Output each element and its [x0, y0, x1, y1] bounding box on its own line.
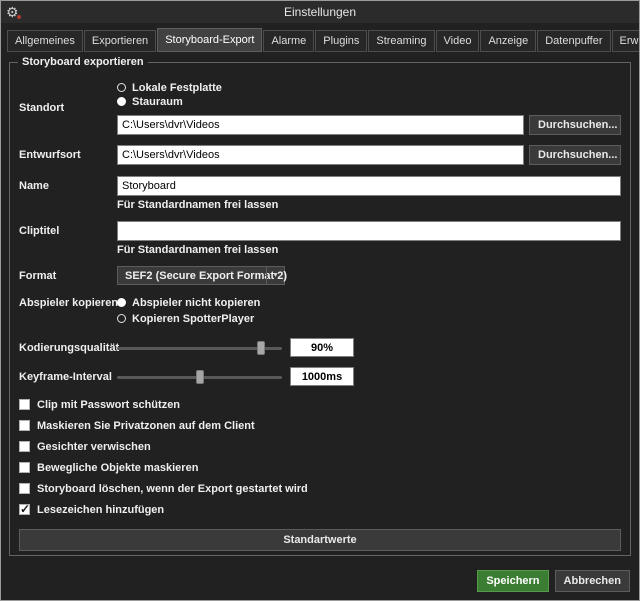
format-dropdown[interactable]: SEF2 (Secure Export Format 2) ▼ — [117, 266, 285, 285]
keyframe-value: 1000ms — [290, 367, 354, 386]
tab-video[interactable]: Video — [436, 30, 480, 52]
tab-alarme[interactable]: Alarme — [263, 30, 314, 52]
tab-erweitert[interactable]: Erweitert — [612, 30, 640, 52]
quality-row: Kodierungsqualität 90% — [19, 338, 621, 357]
slider-handle[interactable] — [196, 370, 204, 384]
gear-icon: ⚙ — [6, 5, 19, 19]
radio-label: Stauraum — [132, 96, 183, 108]
checkbox-unchecked-icon — [19, 399, 30, 410]
checkbox-privatzonen-maskieren[interactable]: Maskieren Sie Privatzonen auf dem Client — [19, 415, 621, 436]
radio-label: Abspieler nicht kopieren — [132, 297, 260, 309]
save-button[interactable]: Speichern — [477, 570, 548, 592]
group-title: Storyboard exportieren — [18, 56, 148, 68]
cliptitel-input[interactable] — [117, 221, 621, 241]
cliptitel-label: Cliptitel — [19, 225, 117, 237]
radio-abspieler-nicht-kopieren[interactable]: Abspieler nicht kopieren — [117, 296, 621, 309]
checkbox-unchecked-icon — [19, 483, 30, 494]
tab-bar: Allgemeines Exportieren Storyboard-Expor… — [1, 23, 639, 52]
radio-stauraum[interactable]: Stauraum — [117, 95, 621, 108]
cliptitel-row: Cliptitel — [19, 221, 621, 241]
radio-kopieren-spotterplayer[interactable]: Kopieren SpotterPlayer — [117, 312, 621, 325]
keyframe-row: Keyframe-Interval 1000ms — [19, 367, 621, 386]
storyboard-export-group: Storyboard exportieren Standort Lokale F… — [9, 62, 631, 556]
name-hint: Für Standardnamen frei lassen — [117, 199, 621, 212]
tab-datenpuffer[interactable]: Datenpuffer — [537, 30, 610, 52]
radio-unchecked-icon — [117, 83, 126, 92]
checkbox-label: Maskieren Sie Privatzonen auf dem Client — [37, 420, 255, 432]
radio-label: Lokale Festplatte — [132, 82, 222, 94]
keyframe-slider[interactable] — [117, 368, 282, 386]
chevron-down-icon: ▼ — [266, 267, 284, 284]
entwurfsort-path-input[interactable] — [117, 145, 524, 165]
quality-value: 90% — [290, 338, 354, 357]
format-row: Format SEF2 (Secure Export Format 2) ▼ — [19, 266, 621, 285]
entwurfsort-row: Entwurfsort Durchsuchen... — [19, 145, 621, 165]
cliptitel-hint: Für Standardnamen frei lassen — [117, 244, 621, 257]
checkbox-label: Storyboard löschen, wenn der Export gest… — [37, 483, 308, 495]
tab-allgemeines[interactable]: Allgemeines — [7, 30, 83, 52]
checkbox-storyboard-loeschen[interactable]: Storyboard löschen, wenn der Export gest… — [19, 478, 621, 499]
dialog-footer: Speichern Abbrechen — [477, 570, 630, 592]
standort-label: Standort — [19, 102, 117, 114]
checkbox-label: Clip mit Passwort schützen — [37, 399, 180, 411]
quality-slider[interactable] — [117, 339, 282, 357]
slider-handle[interactable] — [257, 341, 265, 355]
name-row: Name — [19, 176, 621, 196]
checkbox-bewegliche-objekte[interactable]: Bewegliche Objekte maskieren — [19, 457, 621, 478]
tab-plugins[interactable]: Plugins — [315, 30, 367, 52]
checkbox-label: Gesichter verwischen — [37, 441, 151, 453]
keyframe-label: Keyframe-Interval — [19, 371, 117, 383]
abspieler-row: Abspieler kopieren Abspieler nicht kopie… — [19, 296, 621, 326]
checkbox-lesezeichen-hinzufuegen[interactable]: Lesezeichen hinzufügen — [19, 499, 621, 520]
tab-anzeige[interactable]: Anzeige — [480, 30, 536, 52]
entwurfsort-browse-button[interactable]: Durchsuchen... — [529, 145, 621, 165]
standort-browse-button[interactable]: Durchsuchen... — [529, 115, 621, 135]
checkbox-unchecked-icon — [19, 420, 30, 431]
checkbox-clip-passwort[interactable]: Clip mit Passwort schützen — [19, 394, 621, 415]
format-label: Format — [19, 270, 117, 282]
checkbox-checked-icon — [19, 504, 30, 515]
cancel-button[interactable]: Abbrechen — [555, 570, 630, 592]
radio-checked-icon — [117, 298, 126, 307]
radio-lokale-festplatte[interactable]: Lokale Festplatte — [117, 81, 621, 94]
window-title: Einstellungen — [1, 5, 639, 19]
defaults-button[interactable]: Standartwerte — [19, 529, 621, 551]
radio-unchecked-icon — [117, 314, 126, 323]
tab-storyboard-export[interactable]: Storyboard-Export — [157, 28, 262, 52]
entwurfsort-label: Entwurfsort — [19, 149, 117, 161]
quality-label: Kodierungsqualität — [19, 342, 117, 354]
format-selected-value: SEF2 (Secure Export Format 2) — [125, 270, 287, 282]
settings-window: ⚙ Einstellungen Allgemeines Exportieren … — [0, 0, 640, 601]
checkbox-unchecked-icon — [19, 441, 30, 452]
checkbox-label: Bewegliche Objekte maskieren — [37, 462, 198, 474]
radio-checked-icon — [117, 97, 126, 106]
standort-path-input[interactable] — [117, 115, 524, 135]
checkbox-unchecked-icon — [19, 462, 30, 473]
titlebar: ⚙ Einstellungen — [1, 1, 639, 23]
tab-streaming[interactable]: Streaming — [368, 30, 434, 52]
tab-exportieren[interactable]: Exportieren — [84, 30, 156, 52]
abspieler-label: Abspieler kopieren — [19, 296, 117, 309]
radio-label: Kopieren SpotterPlayer — [132, 313, 254, 325]
standort-row: Standort Lokale Festplatte Stauraum Durc… — [19, 81, 621, 135]
name-input[interactable] — [117, 176, 621, 196]
checkbox-list: Clip mit Passwort schützen Maskieren Sie… — [19, 394, 621, 520]
checkbox-gesichter-verwischen[interactable]: Gesichter verwischen — [19, 436, 621, 457]
name-label: Name — [19, 180, 117, 192]
checkbox-label: Lesezeichen hinzufügen — [37, 504, 164, 516]
